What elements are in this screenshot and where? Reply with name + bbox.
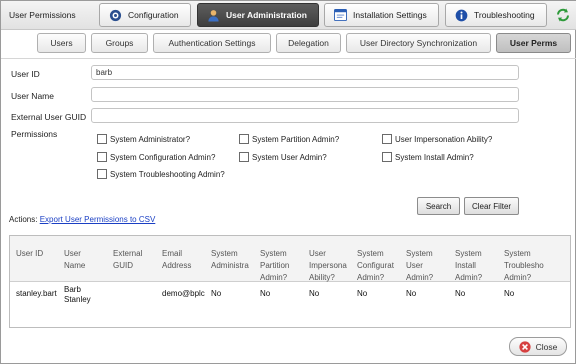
col-user-impersonation[interactable]: User Impersona Ability? (309, 248, 354, 284)
cell-system-administrator: No (211, 289, 222, 298)
actions-label: Actions: (9, 215, 38, 224)
cell-system-user-admin: No (406, 289, 417, 298)
col-system-partition-admin[interactable]: System Partition Admin? (260, 248, 306, 284)
external-guid-input[interactable] (91, 108, 519, 123)
perm-label: User Impersonation Ability? (395, 134, 493, 144)
info-icon (454, 8, 468, 22)
checkbox[interactable] (382, 152, 392, 162)
permissions-label: Permissions (11, 129, 58, 139)
window-title: User Permissions (9, 10, 76, 20)
col-user-id[interactable]: User ID (16, 248, 60, 260)
checkbox[interactable] (97, 169, 107, 179)
col-system-troubleshooting-admin[interactable]: System Troublesho Admin? (504, 248, 550, 284)
user-name-input[interactable] (91, 87, 519, 102)
col-system-administrator[interactable]: System Administra (211, 248, 256, 272)
checkbox[interactable] (382, 134, 392, 144)
tab-user-administration-label: User Administration (226, 10, 307, 20)
perm-label: System Administrator? (110, 134, 191, 144)
subtab-authentication-settings[interactable]: Authentication Settings (153, 33, 271, 53)
close-label: Close (535, 341, 558, 352)
divider (1, 58, 576, 59)
tab-configuration[interactable]: Configuration (99, 3, 191, 27)
subtab-users[interactable]: Users (37, 33, 86, 53)
cell-system-partition-admin: No (260, 289, 271, 298)
checkbox[interactable] (97, 134, 107, 144)
cell-system-install-admin: No (455, 289, 466, 298)
subtab-delegation[interactable]: Delegation (276, 33, 341, 53)
grid-header: User ID User Name External GUID Email Ad… (10, 236, 570, 284)
tab-user-administration[interactable]: User Administration (197, 3, 319, 27)
subtab-user-directory-sync[interactable]: User Directory Synchronization (346, 33, 491, 53)
col-system-install-admin[interactable]: System Install Admin? (455, 248, 501, 284)
perm-label: System Troubleshooting Admin? (110, 169, 225, 179)
checkbox[interactable] (239, 134, 249, 144)
perm-system-troubleshooting-admin[interactable]: System Troubleshooting Admin? (97, 169, 225, 179)
cell-email: demo@bplc (162, 289, 205, 298)
cell-system-configuration-admin: No (357, 289, 368, 298)
window-icon (333, 8, 347, 22)
table-row[interactable]: stanley.bart Barb Stanley demo@bplc No N… (10, 283, 570, 309)
cell-user-id: stanley.bart (16, 289, 57, 298)
actions-bar: Actions: Export User Permissions to CSV (9, 215, 155, 224)
perm-label: System User Admin? (252, 152, 327, 162)
tab-troubleshooting-label: Troubleshooting (474, 10, 535, 20)
cell-system-troubleshooting-admin: No (504, 289, 515, 298)
tab-configuration-label: Configuration (128, 10, 179, 20)
search-button[interactable]: Search (417, 197, 460, 215)
subtab-groups[interactable]: Groups (91, 33, 148, 53)
refresh-icon[interactable] (555, 7, 571, 23)
user-id-input[interactable] (91, 65, 519, 80)
permissions-grid: User ID User Name External GUID Email Ad… (9, 235, 571, 328)
col-email-address[interactable]: Email Address (162, 248, 208, 272)
cell-user-impersonation: No (309, 289, 320, 298)
col-external-guid[interactable]: External GUID (113, 248, 159, 272)
close-icon (519, 340, 531, 353)
user-name-label: User Name (11, 91, 54, 101)
user-icon (206, 8, 220, 22)
checkbox[interactable] (97, 152, 107, 162)
sub-tab-bar: Users Groups Authentication Settings Del… (1, 33, 576, 55)
perm-system-user-admin[interactable]: System User Admin? (239, 152, 327, 162)
export-csv-link[interactable]: Export User Permissions to CSV (40, 215, 156, 224)
col-system-configuration-admin[interactable]: System Configurat Admin? (357, 248, 403, 284)
col-system-user-admin[interactable]: System User Admin? (406, 248, 452, 284)
title-bar: User Permissions Configuration User Admi… (1, 1, 576, 30)
perm-user-impersonation[interactable]: User Impersonation Ability? (382, 134, 492, 144)
perm-label: System Install Admin? (395, 152, 474, 162)
perm-label: System Configuration Admin? (110, 152, 216, 162)
cell-user-name: Barb Stanley (64, 285, 91, 304)
perm-label: System Partition Admin? (252, 134, 340, 144)
user-permissions-window: User Permissions Configuration User Admi… (0, 0, 576, 364)
checkbox[interactable] (239, 152, 249, 162)
subtab-user-perms[interactable]: User Perms (496, 33, 571, 53)
clear-filter-button[interactable]: Clear Filter (464, 197, 519, 215)
tab-installation-settings-label: Installation Settings (353, 10, 427, 20)
perm-system-partition-admin[interactable]: System Partition Admin? (239, 134, 339, 144)
close-button[interactable]: Close (509, 337, 567, 356)
perm-system-configuration-admin[interactable]: System Configuration Admin? (97, 152, 215, 162)
col-user-name[interactable]: User Name (64, 248, 110, 272)
tab-installation-settings[interactable]: Installation Settings (324, 3, 439, 27)
perm-system-administrator[interactable]: System Administrator? (97, 134, 190, 144)
gear-icon (108, 8, 122, 22)
tab-troubleshooting[interactable]: Troubleshooting (445, 3, 547, 27)
user-id-label: User ID (11, 69, 40, 79)
external-guid-label: External User GUID (11, 112, 87, 122)
perm-system-install-admin[interactable]: System Install Admin? (382, 152, 474, 162)
